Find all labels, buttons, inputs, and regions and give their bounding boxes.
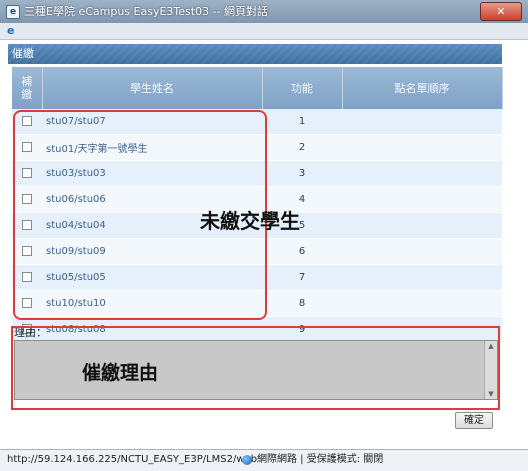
app-icon: e [6,5,20,19]
header-pay: 補繳 [12,67,43,109]
roll-order: 7 [262,264,342,291]
status-zone: 網際網路 | 受保護模式: 關閉 [257,454,384,465]
header-pay-label: 補繳 [21,75,33,101]
browser-icon: e [7,24,15,37]
close-button[interactable]: ✕ [480,2,522,21]
annotation-students-label: 未繳交學生 [200,209,300,233]
window-title: 三種E學院 eCampus EasyE3Test03 -- 網頁對話 [24,5,269,18]
panel-header: 催繳 [8,44,502,64]
status-url: http://59.124.166.225/NCTU_EASY_E3P/LMS2… [7,454,258,465]
window-title-bar: e 三種E學院 eCampus EasyE3Test03 -- 網頁對話 ✕ [0,0,528,23]
header-function: 功能 [262,67,343,109]
browser-toolbar: e [0,23,528,40]
header-student-name: 學生姓名 [42,67,263,109]
function-cell [342,186,502,213]
function-cell [342,134,502,161]
function-cell [342,109,502,135]
status-bar: http://59.124.166.225/NCTU_EASY_E3P/LMS2… [0,449,528,471]
annotation-reason-label: 催繳理由 [82,362,159,384]
globe-icon [242,455,252,465]
function-cell [342,264,502,291]
function-cell [342,238,502,265]
function-cell [342,290,502,317]
roll-order: 2 [262,134,342,161]
roll-order: 3 [262,160,342,187]
ok-button[interactable]: 確定 [455,412,493,429]
roll-order: 1 [262,109,342,135]
function-cell [342,212,502,239]
header-order: 點名單順序 [342,67,503,109]
function-cell [342,160,502,187]
roll-order: 8 [262,290,342,317]
roll-order: 6 [262,238,342,265]
